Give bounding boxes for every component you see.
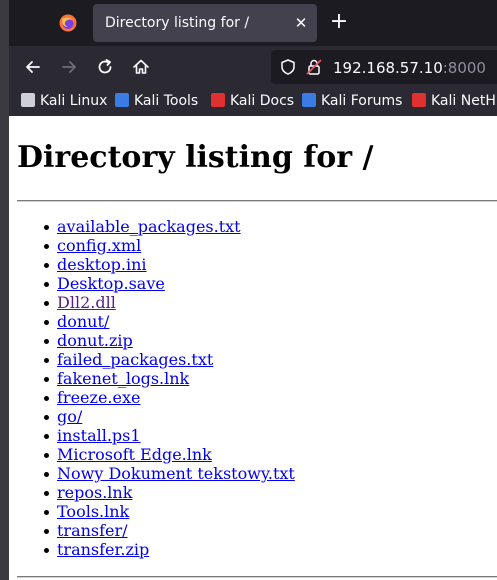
list-item: donut.zip <box>44 331 295 350</box>
tab-bar: Directory listing for / ✕ + <box>9 0 497 46</box>
file-link[interactable]: transfer/ <box>57 521 128 540</box>
insecure-lock-icon[interactable] <box>305 58 323 76</box>
bookmark-label: Kali Docs <box>230 93 295 109</box>
file-link[interactable]: config.xml <box>57 236 141 255</box>
home-icon[interactable] <box>130 56 152 78</box>
list-item: Microsoft Edge.lnk <box>44 445 295 464</box>
directory-listing: available_packages.txt config.xml desktop.… <box>44 217 295 559</box>
bookmark-kali-linux[interactable]: Kali Linux <box>21 93 107 111</box>
list-item: donut/ <box>44 312 295 331</box>
list-item: transfer/ <box>44 521 295 540</box>
list-item: go/ <box>44 407 295 426</box>
list-item: available_packages.txt <box>44 217 295 236</box>
tab-title: Directory listing for / <box>105 15 250 31</box>
back-arrow-icon[interactable] <box>22 56 44 78</box>
list-item: fakenet_logs.lnk <box>44 369 295 388</box>
firefox-icon[interactable] <box>59 14 77 32</box>
bookmark-kali-tools[interactable]: Kali Tools <box>115 93 198 111</box>
url-host: 192.168.57.10 <box>333 59 443 77</box>
new-tab-button[interactable]: + <box>329 11 349 33</box>
file-link[interactable]: go/ <box>57 407 82 426</box>
file-link[interactable]: repos.lnk <box>57 483 132 502</box>
page-title: Directory listing for / <box>17 140 374 175</box>
list-item: Desktop.save <box>44 274 295 293</box>
file-link[interactable]: donut.zip <box>57 331 133 350</box>
list-item: transfer.zip <box>44 540 295 559</box>
bookmarks-toolbar: Kali Linux Kali Tools Kali Docs Kali For… <box>9 88 497 116</box>
shield-icon[interactable] <box>279 58 297 76</box>
divider-top <box>17 200 497 202</box>
kali-tools-icon <box>115 93 129 107</box>
file-link[interactable]: donut/ <box>57 312 109 331</box>
file-link[interactable]: desktop.ini <box>57 255 147 274</box>
kali-dragon-icon <box>21 93 35 107</box>
list-item: Dll2.dll <box>44 293 295 312</box>
bookmark-label: Kali Forums <box>321 93 403 109</box>
bookmark-kali-docs[interactable]: Kali Docs <box>211 93 294 111</box>
file-link[interactable]: Desktop.save <box>57 274 165 293</box>
bookmark-kali-nethunter[interactable]: Kali NetHunter <box>412 93 497 111</box>
file-link[interactable]: freeze.exe <box>57 388 140 407</box>
divider-bottom <box>17 576 497 578</box>
file-link[interactable]: install.ps1 <box>57 426 141 445</box>
file-link[interactable]: available_packages.txt <box>57 217 241 236</box>
page-content: Directory listing for / available_packag… <box>9 116 497 580</box>
file-link[interactable]: failed_packages.txt <box>57 350 213 369</box>
file-link[interactable]: Dll2.dll <box>57 293 116 312</box>
list-item: desktop.ini <box>44 255 295 274</box>
reload-icon[interactable] <box>94 56 116 78</box>
list-item: install.ps1 <box>44 426 295 445</box>
bookmark-label: Kali NetHunter <box>431 93 497 109</box>
kali-nethunter-icon <box>412 93 426 107</box>
file-link[interactable]: Nowy Dokument tekstowy.txt <box>57 464 295 483</box>
close-icon[interactable]: ✕ <box>293 15 309 31</box>
url-text[interactable]: 192.168.57.10:8000 <box>333 59 486 77</box>
bookmark-label: Kali Linux <box>40 93 108 109</box>
url-port: :8000 <box>442 59 486 77</box>
forward-arrow-icon[interactable] <box>58 56 80 78</box>
url-bar[interactable]: 192.168.57.10:8000 <box>271 50 497 84</box>
kali-docs-icon <box>211 93 225 107</box>
file-link[interactable]: Microsoft Edge.lnk <box>57 445 212 464</box>
bookmark-kali-forums[interactable]: Kali Forums <box>302 93 402 111</box>
tab-active[interactable]: Directory listing for / ✕ <box>93 4 317 42</box>
file-link[interactable]: Tools.lnk <box>57 502 129 521</box>
list-item: failed_packages.txt <box>44 350 295 369</box>
list-item: Nowy Dokument tekstowy.txt <box>44 464 295 483</box>
bookmark-label: Kali Tools <box>134 93 199 109</box>
list-item: config.xml <box>44 236 295 255</box>
list-item: Tools.lnk <box>44 502 295 521</box>
file-link[interactable]: transfer.zip <box>57 540 149 559</box>
list-item: repos.lnk <box>44 483 295 502</box>
navigation-toolbar: 192.168.57.10:8000 <box>9 46 497 88</box>
kali-forums-icon <box>302 93 316 107</box>
browser-window: Directory listing for / ✕ + 192.168.57.1… <box>9 0 497 580</box>
file-link[interactable]: fakenet_logs.lnk <box>57 369 189 388</box>
desktop-edge <box>0 0 9 580</box>
list-item: freeze.exe <box>44 388 295 407</box>
